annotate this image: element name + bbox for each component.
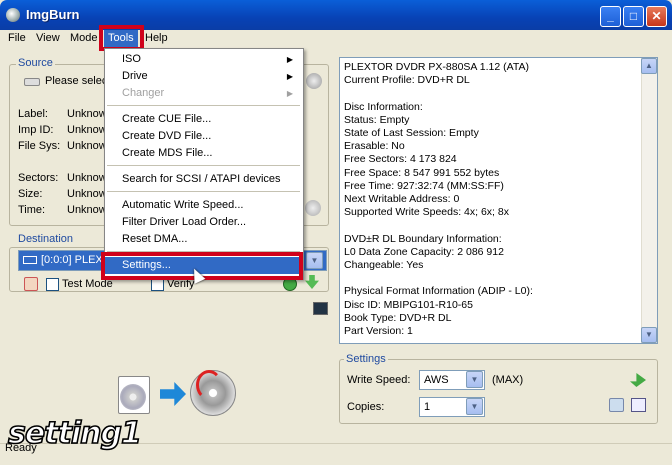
erase-icon[interactable] bbox=[24, 277, 38, 291]
menu-item-filter-driver[interactable]: Filter Driver Load Order... bbox=[105, 214, 303, 231]
app-icon bbox=[6, 8, 20, 22]
test-mode-checkbox[interactable] bbox=[46, 278, 59, 291]
info-line: Disc Information: bbox=[344, 100, 423, 113]
menu-separator bbox=[107, 165, 300, 166]
maximize-button[interactable]: □ bbox=[623, 6, 644, 27]
info-line: Physical Format Information (ADIP - L0): bbox=[344, 285, 533, 298]
destination-group-label: Destination bbox=[16, 233, 76, 245]
info-line: State of Last Session: Empty bbox=[344, 127, 479, 139]
menu-item-iso[interactable]: ISO ▶ bbox=[105, 51, 303, 68]
settings-group bbox=[339, 359, 658, 424]
info-disc-icon[interactable] bbox=[305, 200, 321, 216]
info-scrollbar[interactable] bbox=[641, 58, 657, 343]
annotation-caption: setting1 bbox=[7, 415, 142, 452]
chevron-down-icon[interactable]: ▼ bbox=[306, 252, 323, 269]
info-line: L0 Data Zone Capacity: 2 086 912 bbox=[344, 245, 504, 258]
log-window-icon[interactable] bbox=[313, 302, 328, 315]
source-drive-select[interactable]: Please selec bbox=[45, 75, 107, 87]
label-field-value: Unknow bbox=[67, 108, 107, 120]
menu-mode[interactable]: Mode bbox=[66, 30, 102, 48]
menu-item-changer: Changer ▶ bbox=[105, 85, 303, 102]
drive-icon bbox=[23, 256, 37, 265]
copies-label: Copies: bbox=[347, 401, 385, 413]
menu-view[interactable]: View bbox=[32, 30, 64, 48]
arrow-right-icon bbox=[160, 382, 186, 406]
info-line: Free Sectors: 4 173 824 bbox=[344, 153, 457, 166]
destination-drive-value: [0:0:0] PLEX bbox=[41, 254, 103, 266]
menu-item-create-dvd[interactable]: Create DVD File... bbox=[105, 128, 303, 145]
write-speed-max: (MAX) bbox=[492, 374, 524, 386]
info-line: Book Type: DVD+R DL bbox=[344, 311, 452, 324]
submenu-arrow-icon: ▶ bbox=[286, 55, 293, 64]
size-field-label: Size: bbox=[18, 188, 43, 200]
info-line: Status: Empty bbox=[344, 113, 410, 126]
sectors-field-label: Sectors: bbox=[18, 172, 59, 184]
scroll-up-button[interactable]: ▲ bbox=[641, 58, 657, 74]
filesys-field-value: Unknow bbox=[67, 140, 107, 152]
info-line: Free Space: 8 547 991 552 bytes bbox=[344, 166, 500, 179]
menu-help[interactable]: Help bbox=[141, 30, 172, 48]
chevron-down-icon[interactable]: ▼ bbox=[466, 398, 483, 415]
time-field-value: Unknow bbox=[67, 204, 107, 216]
menu-item-create-mds[interactable]: Create MDS File... bbox=[105, 145, 303, 162]
menu-item-drive[interactable]: Drive ▶ bbox=[105, 68, 303, 85]
chevron-down-icon[interactable]: ▼ bbox=[466, 371, 483, 388]
write-speed-label: Write Speed: bbox=[347, 374, 411, 386]
window-icon[interactable] bbox=[631, 398, 646, 412]
info-line: Erasable: No bbox=[344, 140, 405, 153]
close-button[interactable]: ✕ bbox=[646, 6, 667, 27]
info-line: Supported Write Speeds: 4x; 6x; 8x bbox=[344, 206, 509, 219]
source-group-label: Source bbox=[16, 57, 55, 69]
time-field-label: Time: bbox=[18, 204, 46, 216]
binoculars-icon[interactable] bbox=[306, 73, 322, 89]
calculate-icon[interactable] bbox=[609, 398, 624, 412]
copies-value: 1 bbox=[424, 401, 431, 413]
disc-icon bbox=[120, 384, 146, 410]
write-speed-value: AWS bbox=[424, 374, 449, 386]
info-line: Current Profile: DVD+R DL bbox=[344, 74, 470, 87]
minimize-button[interactable]: _ bbox=[600, 6, 621, 27]
size-field-value: Unknow bbox=[67, 188, 107, 200]
info-line: Next Writable Address: 0 bbox=[344, 193, 460, 205]
filesys-field-label: File Sys: bbox=[18, 140, 61, 152]
menu-separator bbox=[107, 191, 300, 192]
submenu-arrow-icon: ▶ bbox=[286, 72, 293, 81]
window-title: ImgBurn bbox=[26, 7, 80, 22]
menu-item-reset-dma[interactable]: Reset DMA... bbox=[105, 231, 303, 248]
menu-item-search-devices[interactable]: Search for SCSI / ATAPI devices bbox=[105, 171, 303, 188]
scroll-down-button[interactable]: ▼ bbox=[641, 327, 657, 343]
menu-item-auto-write-speed[interactable]: Automatic Write Speed... bbox=[105, 197, 303, 214]
menu-item-create-cue[interactable]: Create CUE File... bbox=[105, 111, 303, 128]
info-line: Changeable: Yes bbox=[344, 259, 424, 271]
impid-field-label: Imp ID: bbox=[18, 124, 54, 136]
submenu-arrow-icon: ▶ bbox=[286, 89, 293, 98]
info-line: PLEXTOR DVDR PX-880SA 1.12 (ATA) bbox=[344, 61, 529, 73]
sectors-field-value: Unknow bbox=[67, 172, 107, 184]
info-line: Free Time: 927:32:74 (MM:SS:FF) bbox=[344, 179, 504, 192]
drive-icon bbox=[24, 78, 40, 86]
impid-field-value: Unknow bbox=[67, 124, 107, 136]
info-line: Disc ID: MBIPG101-R10-65 bbox=[344, 298, 473, 311]
info-line: DVD±R DL Boundary Information: bbox=[344, 232, 502, 245]
label-field-label: Label: bbox=[18, 108, 48, 120]
menu-separator bbox=[107, 105, 300, 106]
burn-laser-icon bbox=[196, 370, 222, 400]
settings-group-label: Settings bbox=[344, 353, 388, 365]
menu-file[interactable]: File bbox=[4, 30, 30, 48]
info-line: Part Version: 1 bbox=[344, 325, 413, 337]
